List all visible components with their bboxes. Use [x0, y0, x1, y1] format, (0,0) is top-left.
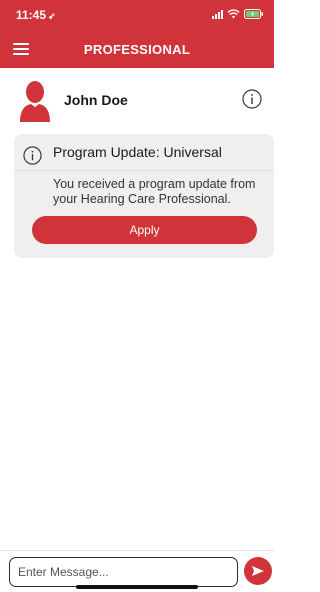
send-arrow-icon	[252, 566, 264, 576]
person-avatar-icon	[20, 81, 50, 122]
page-title: PROFESSIONAL	[83, 42, 191, 57]
message-composer	[0, 550, 274, 592]
status-icons	[212, 8, 264, 20]
message-input[interactable]	[9, 557, 238, 587]
battery-charging-icon	[244, 9, 264, 19]
notification-body: You received a program update from your …	[53, 177, 256, 206]
home-indicator	[76, 585, 198, 589]
apply-button[interactable]: Apply	[32, 216, 257, 244]
status-bar: 11:45 ➶	[0, 0, 274, 30]
info-icon	[23, 146, 42, 165]
cellular-signal-icon	[212, 9, 223, 19]
status-time: 11:45 ➶	[16, 8, 56, 22]
profile-name: John Doe	[64, 92, 128, 108]
profile-row: John Doe	[0, 72, 274, 130]
card-divider	[14, 170, 274, 171]
top-bar: 11:45 ➶ PROFESSIONAL	[0, 0, 274, 68]
wifi-icon	[227, 9, 240, 19]
app-screen: 11:45 ➶ PROFESSIONAL John Doe Program Up…	[0, 0, 274, 592]
info-icon[interactable]	[242, 89, 262, 109]
location-arrow-icon: ➶	[48, 11, 56, 21]
time-text: 11:45	[16, 8, 47, 22]
notification-title: Program Update: Universal	[53, 144, 222, 160]
app-header: PROFESSIONAL	[0, 30, 274, 68]
send-button[interactable]	[244, 557, 272, 585]
program-update-card: Program Update: Universal You received a…	[14, 134, 274, 258]
